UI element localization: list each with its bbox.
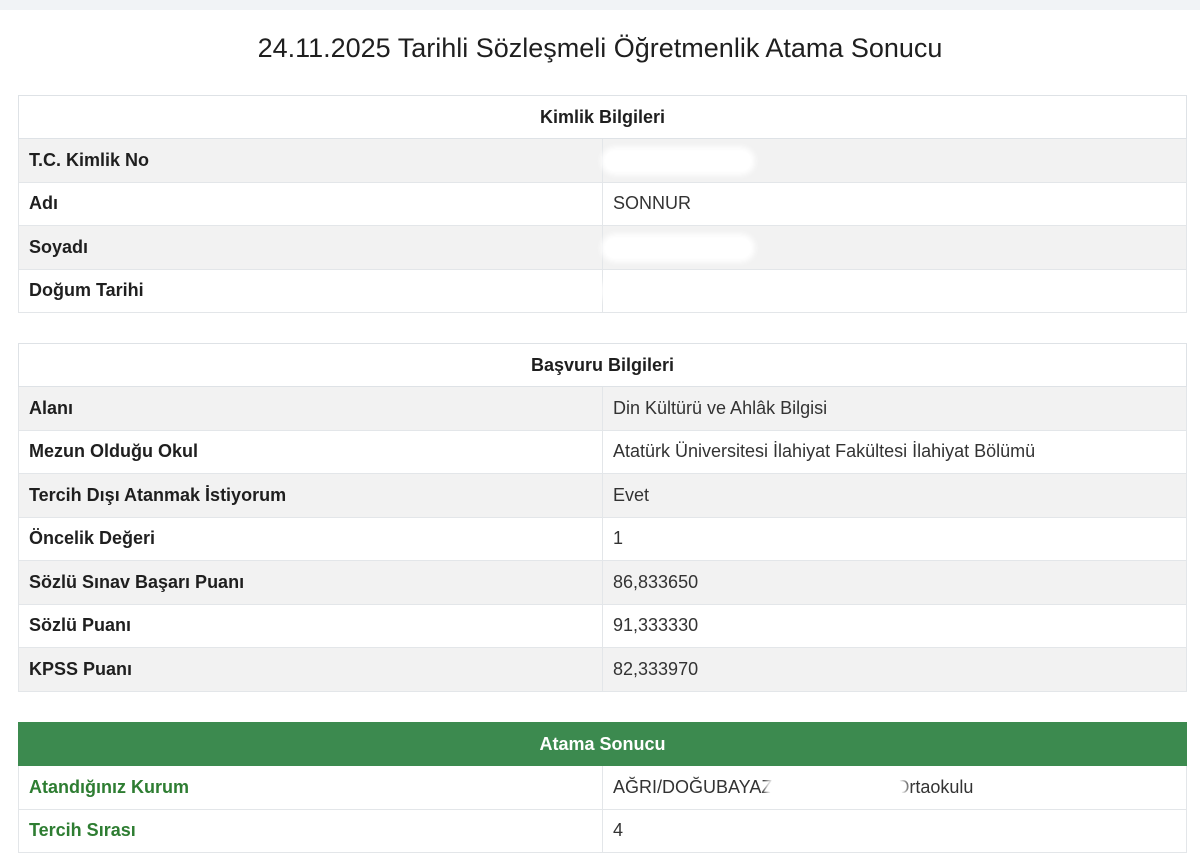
page-title: 24.11.2025 Tarihli Sözleşmeli Öğretmenli… [257, 33, 943, 63]
assigned-institution-value: AĞRI/DOĞUBAYAZI Ortaokulu [602, 765, 1187, 810]
redacted-mask [605, 150, 751, 171]
priority-value: 1 [602, 516, 1187, 561]
priority-label: Öncelik Değeri [18, 516, 603, 561]
table-row: Doğum Tarihi [18, 268, 1187, 313]
table-row: KPSS Puanı 82,333970 [18, 647, 1187, 692]
graduated-school-label: Mezun Olduğu Okul [18, 429, 603, 474]
assignment-result-table: Atama Sonucu Atandığınız Kurum AĞRI/DOĞU… [18, 722, 1187, 853]
table-row: Öncelik Değeri 1 [18, 516, 1187, 561]
surname-label: Soyadı [18, 225, 603, 270]
table-row: Tercih Dışı Atanmak İstiyorum Evet [18, 473, 1187, 518]
preference-rank-value: 4 [602, 808, 1187, 853]
outside-preference-label: Tercih Dışı Atanmak İstiyorum [18, 473, 603, 518]
oral-exam-score-label: Sözlü Sınav Başarı Puanı [18, 560, 603, 605]
table-row: Atandığınız Kurum AĞRI/DOĞUBAYAZI Ortaoku… [18, 765, 1187, 810]
application-table: Başvuru Bilgileri Alanı Din Kültürü ve A… [18, 343, 1187, 692]
oral-score-value: 91,333330 [602, 603, 1187, 648]
birth-date-label: Doğum Tarihi [18, 268, 603, 313]
field-value: Din Kültürü ve Ahlâk Bilgisi [602, 386, 1187, 431]
kpss-score-value: 82,333970 [602, 647, 1187, 692]
identity-section-heading: Kimlik Bilgileri [18, 95, 1187, 139]
table-row: Tercih Sırası 4 [18, 808, 1187, 853]
tc-no-value [602, 138, 1187, 183]
table-row: Mezun Olduğu Okul Atatürk Üniversitesi İ… [18, 429, 1187, 474]
outside-preference-value: Evet [602, 473, 1187, 518]
surname-value [602, 225, 1187, 270]
redacted-mask [605, 237, 751, 258]
first-name-value: SONNUR [602, 181, 1187, 226]
institution-type: Ortaokulu [895, 776, 974, 797]
table-row: T.C. Kimlik No [18, 138, 1187, 183]
redacted-mask [605, 281, 739, 302]
assigned-institution-label: Atandığınız Kurum [18, 765, 603, 810]
table-row: Alanı Din Kültürü ve Ahlâk Bilgisi [18, 386, 1187, 431]
table-row: Soyadı [18, 225, 1187, 270]
field-label: Alanı [18, 386, 603, 431]
tc-no-label: T.C. Kimlik No [18, 138, 603, 183]
kpss-score-label: KPSS Puanı [18, 647, 603, 692]
oral-exam-score-value: 86,833650 [602, 560, 1187, 605]
oral-score-label: Sözlü Puanı [18, 603, 603, 648]
institution-city: AĞRI/DOĞUBAYAZI [613, 776, 778, 797]
assignment-section-heading: Atama Sonucu [18, 722, 1187, 766]
first-name-label: Adı [18, 181, 603, 226]
top-bar [0, 0, 1200, 10]
redacted-mask [769, 777, 904, 798]
application-section-heading: Başvuru Bilgileri [18, 343, 1187, 387]
identity-table: Kimlik Bilgileri T.C. Kimlik No Adı SONN… [18, 95, 1187, 313]
table-row: Sözlü Puanı 91,333330 [18, 603, 1187, 648]
table-row: Sözlü Sınav Başarı Puanı 86,833650 [18, 560, 1187, 605]
preference-rank-label: Tercih Sırası [18, 808, 603, 853]
graduated-school-value: Atatürk Üniversitesi İlahiyat Fakültesi … [602, 429, 1187, 474]
birth-date-value [602, 268, 1187, 313]
table-row: Adı SONNUR [18, 181, 1187, 226]
